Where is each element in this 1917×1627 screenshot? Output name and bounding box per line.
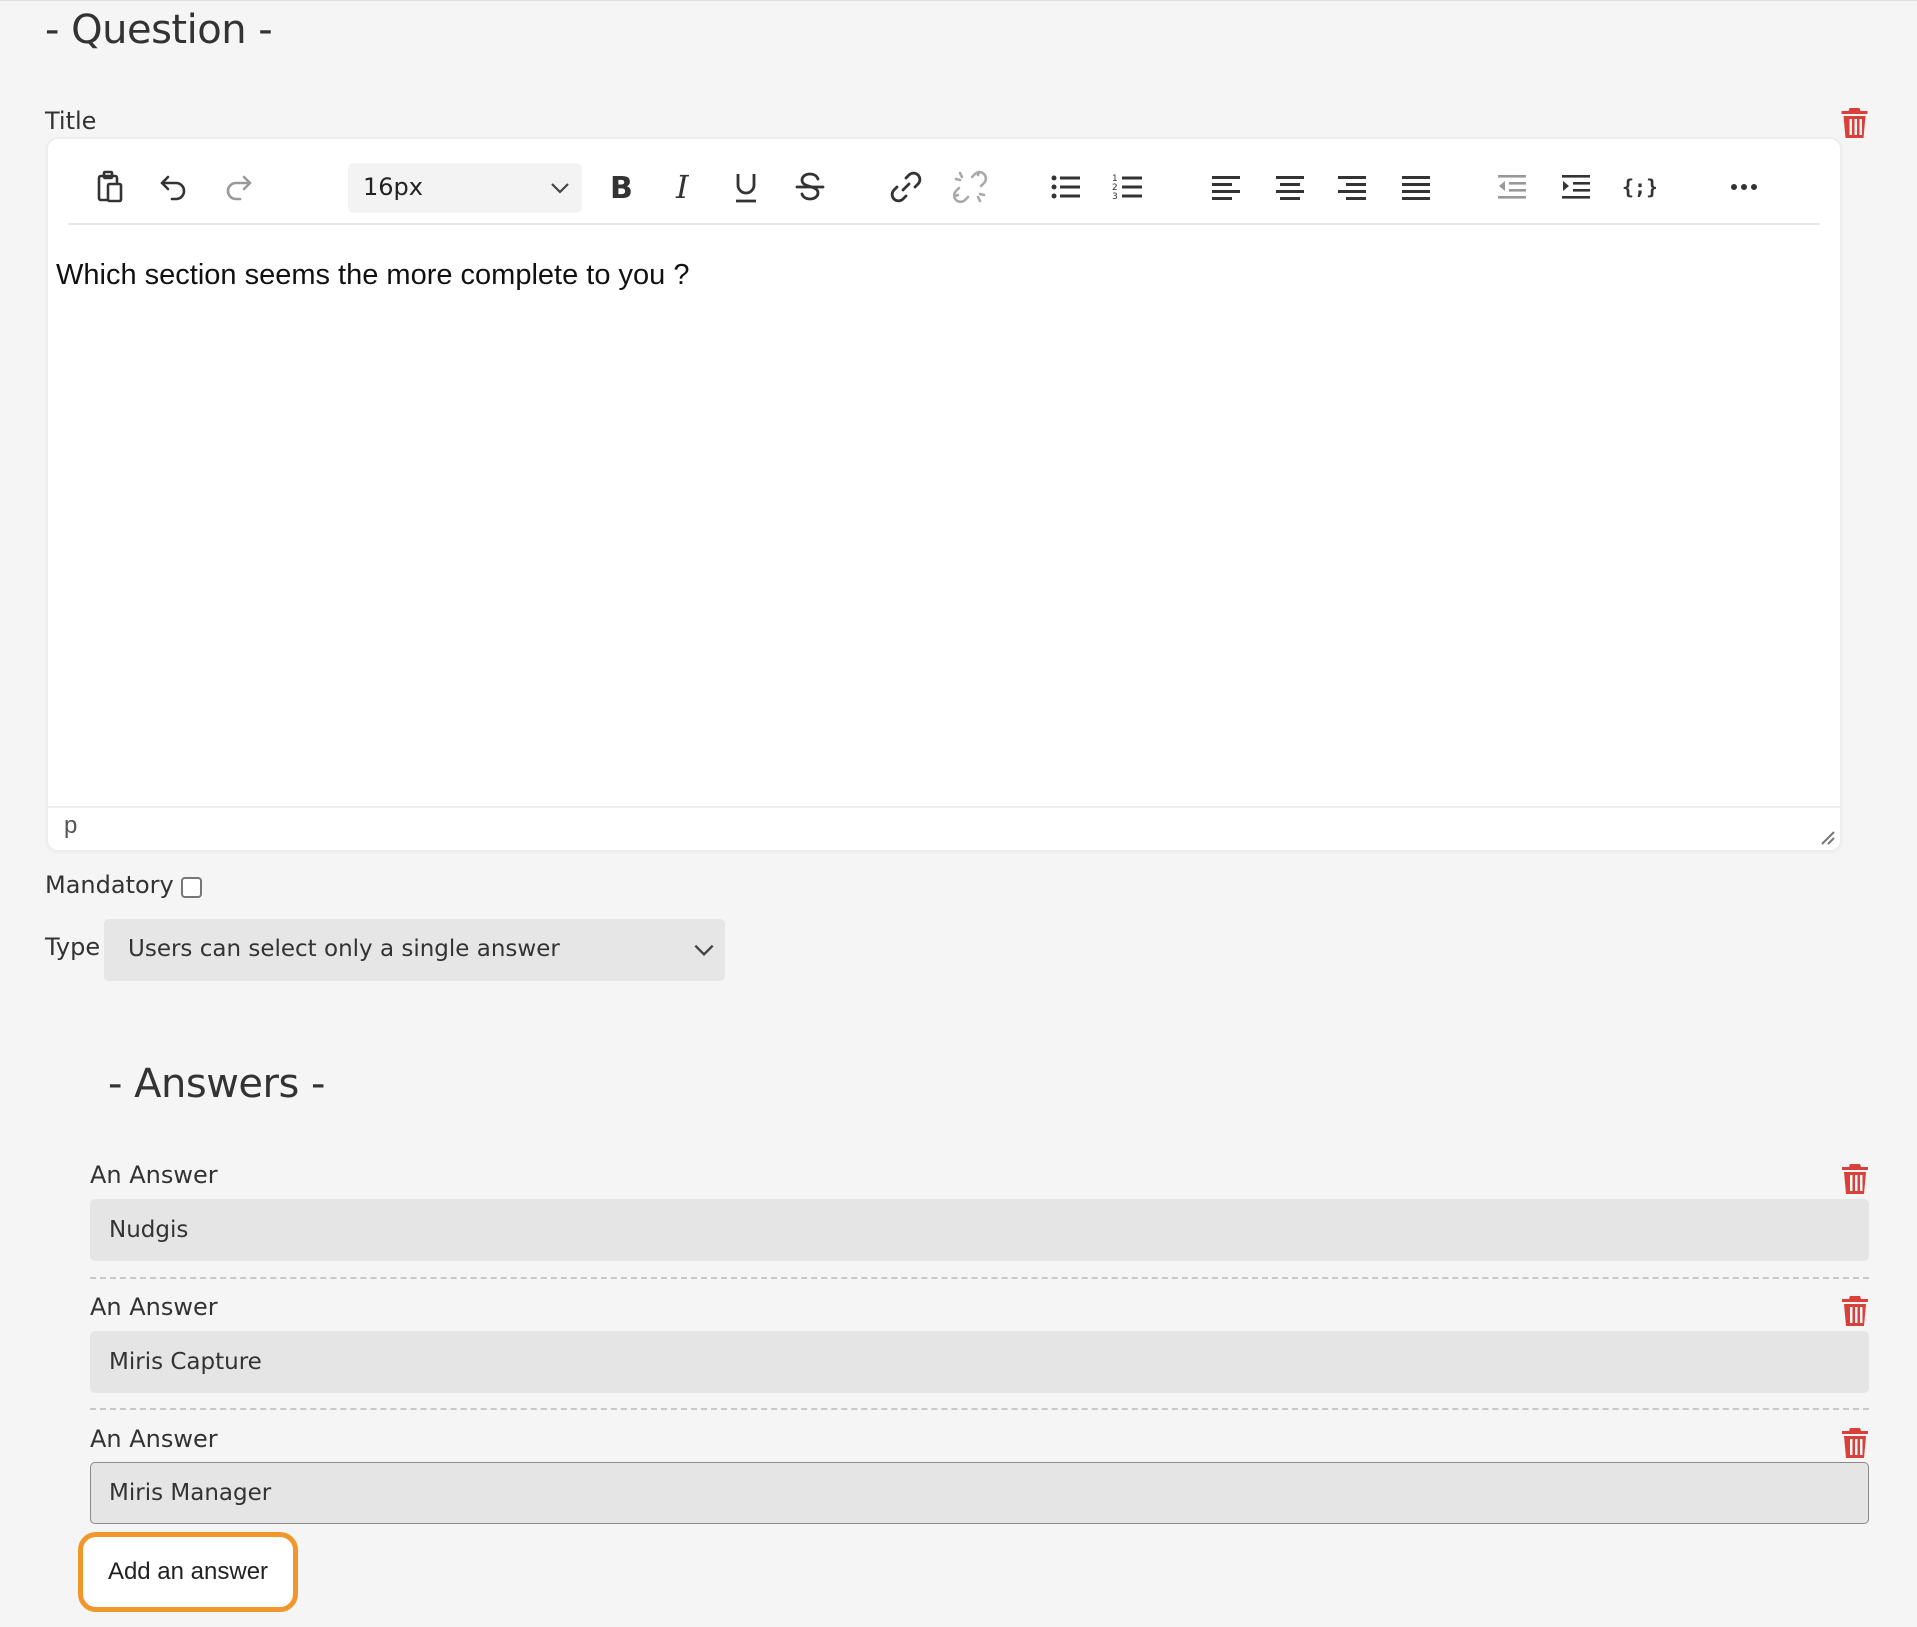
strikethrough-icon[interactable] xyxy=(786,163,834,211)
answers-heading: - Answers - xyxy=(108,1061,325,1107)
underline-icon[interactable] xyxy=(722,163,770,211)
title-rich-text-editor: 16px B I 1 2 3 {;} Which section seems t… xyxy=(46,137,1842,852)
answer-label: An Answer xyxy=(90,1161,218,1189)
chevron-down-icon xyxy=(694,944,714,957)
undo-icon[interactable] xyxy=(150,163,198,211)
question-type-value: Users can select only a single answer xyxy=(128,936,560,962)
font-size-select[interactable]: 16px xyxy=(348,163,582,213)
outdent-icon[interactable] xyxy=(1488,163,1536,211)
delete-answer-trash-icon[interactable] xyxy=(1841,1163,1869,1195)
numbered-list-icon[interactable]: 123 xyxy=(1104,163,1152,211)
question-form: - Question - Title 16px B I 1 2 3 {;} Wh… xyxy=(0,0,1917,1627)
delete-question-trash-icon[interactable] xyxy=(1841,107,1869,139)
align-center-icon[interactable] xyxy=(1266,163,1314,211)
svg-text:I: I xyxy=(675,169,690,205)
question-heading: - Question - xyxy=(45,7,273,53)
delete-answer-trash-icon[interactable] xyxy=(1841,1295,1869,1327)
align-justify-icon[interactable] xyxy=(1392,163,1440,211)
unlink-icon[interactable] xyxy=(946,163,994,211)
title-label: Title xyxy=(45,107,97,135)
font-size-value: 16px xyxy=(363,173,423,201)
more-icon[interactable] xyxy=(1720,163,1768,211)
redo-icon[interactable] xyxy=(214,163,262,211)
resize-handle-icon[interactable] xyxy=(1816,826,1836,846)
svg-text:3: 3 xyxy=(1112,192,1118,202)
editor-content[interactable]: Which section seems the more complete to… xyxy=(56,259,1826,819)
editor-statusbar: p xyxy=(48,806,1840,850)
mandatory-label: Mandatory xyxy=(45,871,174,899)
answer-input[interactable] xyxy=(90,1331,1869,1393)
code-icon[interactable]: {;} xyxy=(1614,163,1662,211)
question-type-select[interactable]: Users can select only a single answer xyxy=(104,919,725,981)
mandatory-checkbox[interactable] xyxy=(181,877,202,898)
answer-divider xyxy=(90,1408,1869,1410)
answer-divider xyxy=(90,1277,1869,1279)
indent-icon[interactable] xyxy=(1552,163,1600,211)
bullet-list-icon[interactable] xyxy=(1042,163,1090,211)
editor-toolbar: 16px B I 1 2 3 {;} xyxy=(68,149,1820,225)
type-label: Type xyxy=(45,933,101,961)
svg-text:{;}: {;} xyxy=(1622,175,1656,199)
svg-text:B: B xyxy=(610,171,633,205)
answer-input[interactable] xyxy=(90,1462,1869,1524)
element-path[interactable]: p xyxy=(64,812,77,840)
bold-icon[interactable]: B xyxy=(596,163,644,211)
add-answer-button[interactable]: Add an answer xyxy=(78,1532,298,1612)
delete-answer-trash-icon[interactable] xyxy=(1841,1427,1869,1459)
chevron-down-icon xyxy=(551,183,569,194)
paste-icon[interactable] xyxy=(86,163,134,211)
italic-icon[interactable]: I xyxy=(660,163,708,211)
align-right-icon[interactable] xyxy=(1328,163,1376,211)
link-icon[interactable] xyxy=(882,163,930,211)
answer-input[interactable] xyxy=(90,1199,1869,1261)
answer-label: An Answer xyxy=(90,1425,218,1453)
answer-label: An Answer xyxy=(90,1293,218,1321)
align-left-icon[interactable] xyxy=(1202,163,1250,211)
